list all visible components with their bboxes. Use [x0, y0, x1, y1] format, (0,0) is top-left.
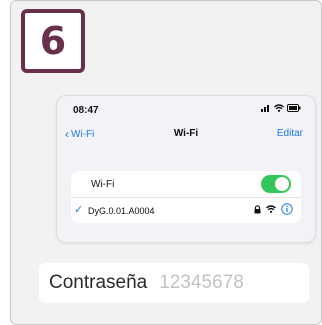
checkmark-icon: ✓ — [74, 204, 84, 216]
network-row[interactable]: ✓ DyG.0.01.A0004 — [71, 197, 301, 224]
password-value: 12345678 — [159, 272, 244, 293]
password-label: Contraseña — [49, 272, 148, 293]
wifi-toggle-row: Wi-Fi — [71, 171, 301, 197]
lock-icon — [254, 204, 261, 213]
edit-button[interactable]: Editar — [277, 128, 303, 139]
status-time: 08:47 — [73, 105, 99, 116]
phone-screenshot: 08:47 ‹ Wi-Fi Wi-Fi Editar Wi-Fi ✓ DyG.0… — [56, 95, 316, 243]
wifi-toggle[interactable] — [261, 175, 291, 193]
step-number: 6 — [39, 19, 67, 63]
toggle-knob — [275, 177, 289, 191]
wifi-toggle-label: Wi-Fi — [91, 178, 115, 190]
info-icon[interactable] — [281, 203, 293, 215]
wifi-icon — [266, 205, 276, 213]
password-field[interactable]: Contraseña 12345678 — [39, 263, 309, 303]
battery-icon — [287, 104, 301, 112]
wifi-navbar: ‹ Wi-Fi Wi-Fi Editar — [57, 126, 315, 146]
instruction-card: 6 08:47 ‹ Wi-Fi Wi-Fi Editar Wi-Fi ✓ DyG… — [10, 0, 322, 325]
status-icons — [261, 104, 301, 112]
step-badge: 6 — [21, 9, 85, 73]
signal-icon — [261, 105, 269, 112]
wifi-icon — [274, 104, 284, 112]
network-name: DyG.0.01.A0004 — [88, 206, 155, 216]
wifi-settings-group: Wi-Fi ✓ DyG.0.01.A0004 — [71, 171, 301, 223]
network-icons — [254, 203, 293, 215]
